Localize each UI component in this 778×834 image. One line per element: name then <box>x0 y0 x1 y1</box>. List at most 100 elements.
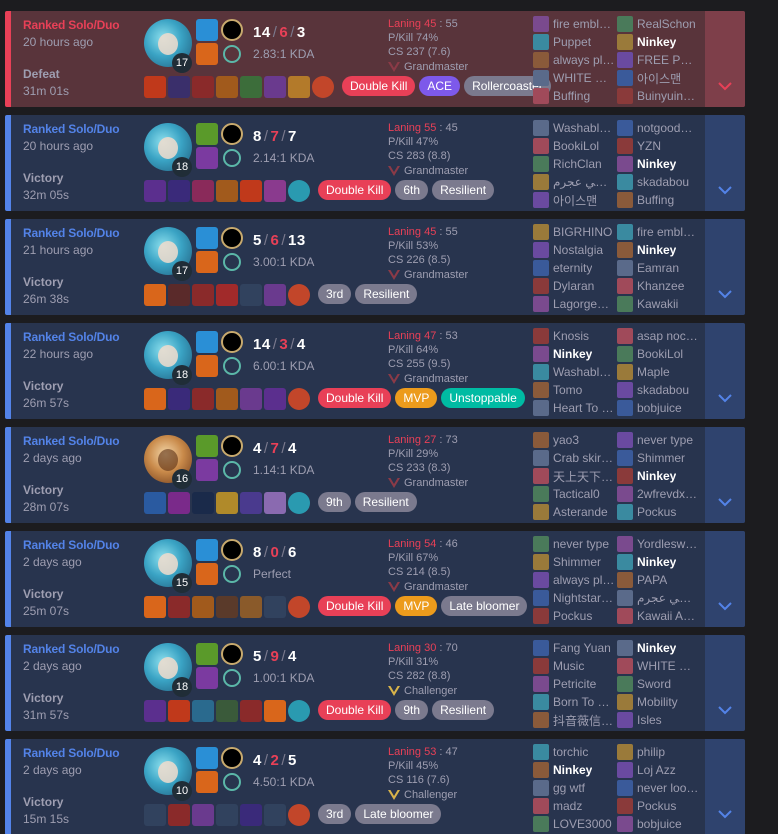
item-icon[interactable] <box>264 180 286 202</box>
player-name[interactable]: Maple <box>637 365 670 379</box>
team-player[interactable]: Washabl… <box>533 119 615 137</box>
item-icon[interactable] <box>192 388 214 410</box>
item-icon[interactable] <box>168 700 190 722</box>
player-name[interactable]: LOVE3000 <box>553 817 612 831</box>
ward-item-icon[interactable] <box>288 180 310 202</box>
team-player[interactable]: Buffing <box>617 191 699 209</box>
summoner-spell-2-icon[interactable] <box>196 771 218 793</box>
player-name[interactable]: philip <box>637 745 665 759</box>
achievement-badge[interactable]: Late bloomer <box>441 596 528 616</box>
achievement-badge[interactable]: Double Kill <box>318 388 392 408</box>
player-name[interactable]: fire embl… <box>553 17 611 31</box>
item-icon[interactable] <box>288 76 310 98</box>
team-player[interactable]: RealSchon <box>617 15 699 33</box>
team-player[interactable]: 抖音薇信… <box>533 711 615 729</box>
player-name[interactable]: Washabl… <box>553 121 611 135</box>
achievement-badge[interactable]: Resilient <box>432 700 495 720</box>
player-name[interactable]: gg wtf <box>553 781 585 795</box>
keystone-rune-icon[interactable] <box>221 435 243 457</box>
player-name[interactable]: WHITE C… <box>637 659 699 673</box>
team-player[interactable]: skadabou <box>617 381 699 399</box>
secondary-rune-icon[interactable] <box>223 357 241 375</box>
item-icon[interactable] <box>240 492 262 514</box>
team-player[interactable]: fire embl… <box>533 15 615 33</box>
player-name[interactable]: Buffing <box>553 89 590 103</box>
secondary-rune-icon[interactable] <box>223 253 241 271</box>
player-name[interactable]: Ninkey <box>637 469 676 483</box>
team-player[interactable]: never type <box>533 535 615 553</box>
player-name[interactable]: 抖音薇信… <box>553 712 613 729</box>
player-name[interactable]: always pl… <box>553 573 614 587</box>
item-icon[interactable] <box>216 76 238 98</box>
team-player[interactable]: Puppet <box>533 33 615 51</box>
team-player[interactable]: BookiLol <box>617 345 699 363</box>
match-card[interactable]: Ranked Solo/Duo 22 hours ago Victory 26m 57… <box>5 323 745 419</box>
secondary-rune-icon[interactable] <box>223 565 241 583</box>
item-icon[interactable] <box>240 700 262 722</box>
player-name[interactable]: Tactical0 <box>553 487 600 501</box>
player-name[interactable]: madz <box>553 799 582 813</box>
team-player[interactable]: YZN <box>617 137 699 155</box>
team-player[interactable]: Nightstar… <box>533 589 615 607</box>
player-name[interactable]: yao3 <box>553 433 579 447</box>
player-name[interactable]: never loo… <box>637 781 698 795</box>
team-player[interactable]: skadabou <box>617 173 699 191</box>
summoner-spell-2-icon[interactable] <box>196 147 218 169</box>
player-name[interactable]: torchic <box>553 745 588 759</box>
player-name[interactable]: bobjuice <box>637 401 682 415</box>
player-name[interactable]: skadabou <box>637 383 689 397</box>
achievement-badge[interactable]: 9th <box>318 492 351 512</box>
secondary-rune-icon[interactable] <box>223 669 241 687</box>
team-player[interactable]: fire embl… <box>617 223 699 241</box>
item-icon[interactable] <box>168 76 190 98</box>
player-name[interactable]: Loj Azz <box>637 763 676 777</box>
item-icon[interactable] <box>216 388 238 410</box>
item-icon[interactable] <box>168 284 190 306</box>
player-name[interactable]: Sword <box>637 677 671 691</box>
ward-item-icon[interactable] <box>288 284 310 306</box>
player-name[interactable]: Ninkey <box>637 555 676 569</box>
expand-match-button[interactable] <box>705 427 745 523</box>
match-card[interactable]: Ranked Solo/Duo 2 days ago Victory 15m 15s 1… <box>5 739 745 834</box>
expand-match-button[interactable] <box>705 219 745 315</box>
achievement-badge[interactable]: ACE <box>419 76 461 96</box>
team-player[interactable]: Born To … <box>533 693 615 711</box>
team-player[interactable]: RichClan <box>533 155 615 173</box>
expand-match-button[interactable] <box>705 323 745 419</box>
team-player[interactable]: Ninkey <box>533 761 615 779</box>
team-player[interactable]: Fang Yuan <box>533 639 615 657</box>
player-name[interactable]: Ninkey <box>553 347 592 361</box>
achievement-badge[interactable]: MVP <box>395 596 438 616</box>
keystone-rune-icon[interactable] <box>221 227 243 249</box>
secondary-rune-icon[interactable] <box>223 773 241 791</box>
achievement-badge[interactable]: 6th <box>395 180 429 200</box>
player-name[interactable]: Music <box>553 659 584 673</box>
player-name[interactable]: Eamran <box>637 261 679 275</box>
player-name[interactable]: RichClan <box>553 157 602 171</box>
item-icon[interactable] <box>144 284 166 306</box>
team-player[interactable]: never type <box>617 431 699 449</box>
team-player[interactable]: Pockus <box>617 503 699 521</box>
player-name[interactable]: Isles <box>637 713 662 727</box>
achievement-badge[interactable]: MVP <box>395 388 438 408</box>
item-icon[interactable] <box>240 76 262 98</box>
player-name[interactable]: notgoode… <box>637 121 699 135</box>
team-player[interactable]: philip <box>617 743 699 761</box>
secondary-rune-icon[interactable] <box>223 45 241 63</box>
player-name[interactable]: 2wfrevdx… <box>637 487 697 501</box>
player-name[interactable]: Puppet <box>553 35 591 49</box>
team-player[interactable]: bobjuice <box>617 815 699 833</box>
team-player[interactable]: Nostalgia <box>533 241 615 259</box>
team-player[interactable]: asap noc… <box>617 327 699 345</box>
player-name[interactable]: BIGRHINO <box>553 225 612 239</box>
team-player[interactable]: always pl… <box>533 571 615 589</box>
ward-item-icon[interactable] <box>288 388 310 410</box>
team-player[interactable]: Pockus <box>617 797 699 815</box>
item-icon[interactable] <box>144 388 166 410</box>
team-player[interactable]: Petricite <box>533 675 615 693</box>
item-icon[interactable] <box>192 76 214 98</box>
achievement-badge[interactable]: 3rd <box>318 804 352 824</box>
team-player[interactable]: notgoode… <box>617 119 699 137</box>
summoner-spell-1-icon[interactable] <box>196 643 218 665</box>
achievement-badge[interactable]: Double Kill <box>342 76 416 96</box>
